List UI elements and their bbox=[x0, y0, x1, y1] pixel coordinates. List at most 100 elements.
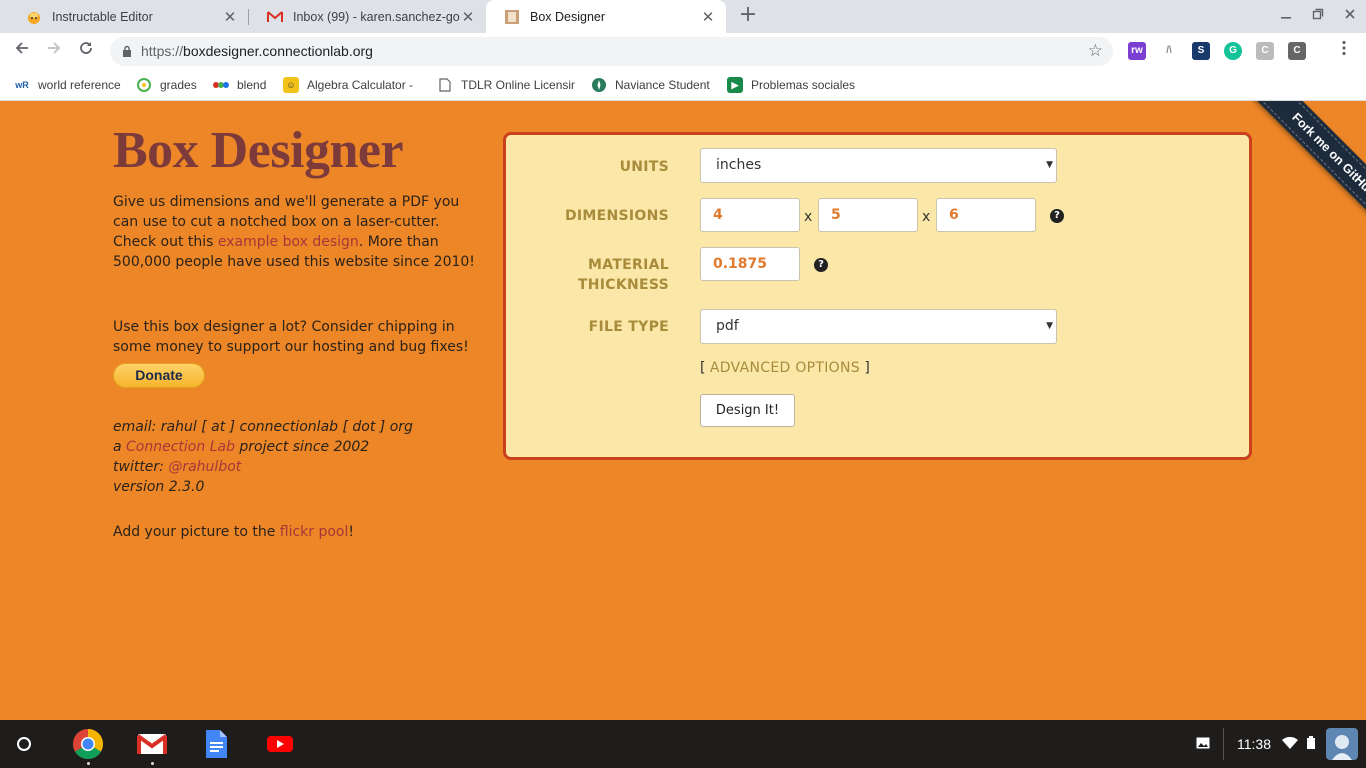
blend-icon bbox=[213, 77, 229, 93]
project-line: a Connection Lab project since 2002 bbox=[113, 437, 478, 457]
bookmark-grades[interactable]: grades bbox=[136, 76, 202, 94]
c-dark-extension-icon[interactable]: C bbox=[1288, 42, 1306, 60]
support-paragraph: Use this box designer a lot? Consider ch… bbox=[113, 319, 469, 355]
tab-title: Inbox (99) - karen.sanchez-gonza bbox=[293, 9, 460, 24]
height-input[interactable]: 5 bbox=[818, 198, 918, 232]
address-bar[interactable]: https://boxdesigner.connectionlab.org ☆ bbox=[110, 37, 1113, 66]
bookmark-algebra-calculator[interactable]: ☺ Algebra Calculator - bbox=[283, 76, 423, 94]
close-tab-icon[interactable]: ✕ bbox=[460, 8, 476, 26]
grammarly-icon[interactable]: G bbox=[1224, 42, 1242, 60]
new-tab-button[interactable]: + bbox=[736, 4, 760, 28]
bookmarks-bar: wR world reference grades blend ☺ Algebr… bbox=[0, 70, 1366, 101]
project-text: a bbox=[113, 439, 127, 455]
avatar[interactable] bbox=[1326, 728, 1358, 760]
url-host: boxdesigner.connectionlab.org bbox=[183, 43, 373, 59]
calculator-icon: ☺ bbox=[283, 77, 299, 93]
screenshot-icon[interactable] bbox=[1196, 720, 1210, 768]
units-selected-value: inches bbox=[716, 157, 762, 173]
flickr-text-end: ! bbox=[348, 524, 355, 540]
flickr-pool-link[interactable]: flickr pool bbox=[280, 524, 349, 540]
twitter-text: twitter: bbox=[113, 459, 169, 475]
running-indicator bbox=[151, 762, 154, 765]
reload-icon[interactable] bbox=[74, 39, 98, 63]
page-content: Box Designer Give us dimensions and we'l… bbox=[0, 101, 1366, 720]
dimensions-help-icon[interactable]: ? bbox=[1050, 209, 1064, 223]
example-box-design-link[interactable]: example box design bbox=[218, 234, 359, 250]
depth-input[interactable]: 6 bbox=[936, 198, 1036, 232]
bookmark-problemas-sociales[interactable]: ▶ Problemas sociales bbox=[727, 76, 865, 94]
close-tab-icon[interactable]: ✕ bbox=[700, 8, 716, 26]
battery-icon[interactable] bbox=[1307, 720, 1315, 768]
close-tab-icon[interactable]: ✕ bbox=[222, 8, 238, 26]
github-ribbon: Fork me on GitHub bbox=[1226, 101, 1366, 241]
bracket-close: ] bbox=[864, 360, 870, 376]
chrome-icon[interactable] bbox=[72, 728, 104, 765]
tab-title: Box Designer bbox=[530, 9, 606, 24]
back-icon[interactable] bbox=[10, 39, 34, 63]
material-thickness-input[interactable]: 0.1875 bbox=[700, 247, 800, 281]
bookmark-label: TDLR Online Licensin bbox=[461, 78, 575, 92]
tab-title: Instructable Editor bbox=[52, 9, 153, 24]
file-type-select[interactable]: pdf ▼ bbox=[700, 309, 1057, 344]
box-designer-favicon bbox=[504, 9, 520, 25]
design-it-button[interactable]: Design It! bbox=[700, 394, 795, 427]
forward-icon[interactable] bbox=[42, 39, 66, 63]
flickr-text: Add your picture to the bbox=[113, 524, 280, 540]
c-extension-icon[interactable]: C bbox=[1256, 42, 1274, 60]
twitter-line: twitter: @rahulbot bbox=[113, 457, 478, 477]
problemas-icon: ▶ bbox=[727, 77, 743, 93]
clock[interactable]: 11:38 bbox=[1237, 720, 1271, 768]
box-designer-form: UNITS inches ▼ DIMENSIONS 4 x 5 x 6 ? MA… bbox=[503, 132, 1252, 460]
donate-button[interactable]: Donate bbox=[113, 363, 205, 388]
units-select[interactable]: inches ▼ bbox=[700, 148, 1057, 183]
chrome-menu-icon[interactable] bbox=[1332, 39, 1356, 63]
connection-lab-link[interactable]: Connection Lab bbox=[126, 439, 235, 455]
page-icon bbox=[437, 77, 453, 93]
project-text-end: project since 2002 bbox=[234, 439, 370, 455]
wolfram-extension-icon[interactable]: /\ bbox=[1160, 42, 1178, 60]
material-label-line: MATERIAL bbox=[588, 257, 669, 273]
bookmark-world-reference[interactable]: wR world reference bbox=[14, 76, 124, 94]
fork-me-on-github-link[interactable]: Fork me on GitHub bbox=[1244, 101, 1366, 241]
advanced-options-link[interactable]: ADVANCED OPTIONS bbox=[710, 360, 860, 376]
instructables-robot-icon bbox=[26, 9, 42, 25]
bookmark-label: Algebra Calculator - bbox=[307, 78, 414, 92]
url-scheme: https:// bbox=[141, 43, 184, 59]
dropdown-caret-icon: ▼ bbox=[1046, 321, 1053, 331]
close-window-icon[interactable] bbox=[1338, 4, 1362, 28]
bookmark-naviance[interactable]: Naviance Student bbox=[591, 76, 715, 94]
thickness-help-icon[interactable]: ? bbox=[814, 258, 828, 272]
tab-gmail-inbox[interactable]: Inbox (99) - karen.sanchez-gonza ✕ bbox=[249, 0, 486, 33]
bookmark-label: blend bbox=[237, 78, 267, 92]
wifi-icon[interactable] bbox=[1282, 720, 1298, 768]
wordreference-icon: wR bbox=[15, 80, 29, 90]
dimensions-label: DIMENSIONS bbox=[564, 208, 669, 224]
bookmark-blend[interactable]: blend bbox=[213, 76, 273, 94]
file-type-selected-value: pdf bbox=[716, 318, 739, 334]
bookmark-tdlr[interactable]: TDLR Online Licensin bbox=[437, 76, 575, 94]
tray-divider bbox=[1223, 728, 1224, 760]
gmail-icon[interactable] bbox=[136, 728, 168, 765]
thickness-label-line: THICKNESS bbox=[577, 277, 669, 293]
youtube-icon[interactable] bbox=[264, 728, 296, 760]
times-separator: x bbox=[804, 209, 813, 225]
twitter-link[interactable]: @rahulbot bbox=[168, 459, 241, 475]
lock-icon bbox=[122, 45, 132, 57]
tab-instructable-editor[interactable]: Instructable Editor ✕ bbox=[8, 0, 248, 33]
naviance-icon bbox=[591, 77, 607, 93]
docs-icon[interactable] bbox=[200, 728, 232, 760]
tab-box-designer[interactable]: Box Designer ✕ bbox=[486, 0, 726, 33]
bookmark-star-icon[interactable]: ☆ bbox=[1088, 41, 1103, 61]
intro-paragraph: Give us dimensions and we'll generate a … bbox=[113, 192, 478, 272]
rw-extension-icon[interactable]: rw bbox=[1128, 42, 1146, 60]
gmail-icon bbox=[267, 9, 283, 25]
units-label: UNITS bbox=[619, 159, 669, 175]
restore-icon[interactable] bbox=[1306, 4, 1330, 28]
width-input[interactable]: 4 bbox=[700, 198, 800, 232]
launcher-icon[interactable] bbox=[17, 737, 31, 751]
email-line: email: rahul [ at ] connectionlab [ dot … bbox=[113, 419, 413, 435]
grades-icon bbox=[136, 77, 152, 93]
s-extension-icon[interactable]: S bbox=[1192, 42, 1210, 60]
dropdown-caret-icon: ▼ bbox=[1046, 160, 1053, 170]
minimize-icon[interactable] bbox=[1274, 4, 1298, 28]
